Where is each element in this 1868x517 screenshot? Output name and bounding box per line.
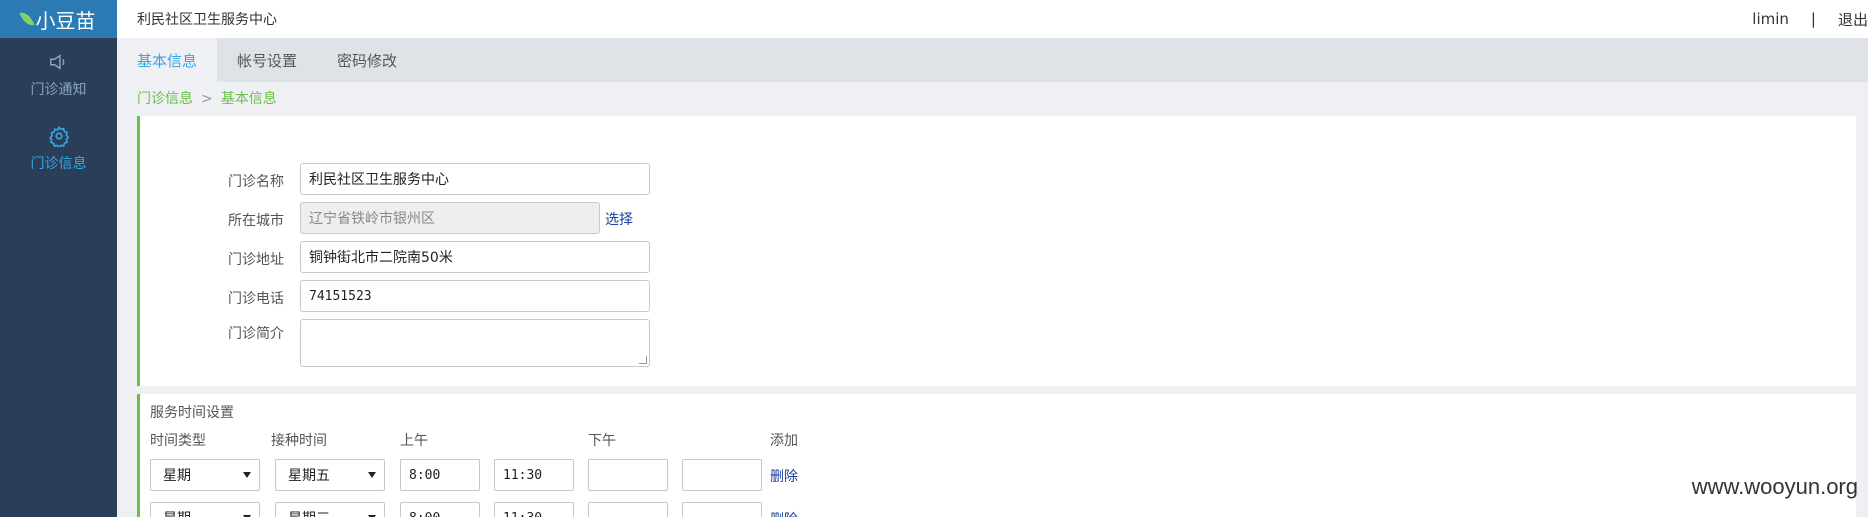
tab-bar: 基本信息 帐号设置 密码修改 xyxy=(117,38,1868,82)
am-start-input[interactable]: 8:00 xyxy=(400,459,480,491)
logo[interactable]: 小豆苗 xyxy=(0,0,117,38)
city-input: 辽宁省铁岭市银州区 xyxy=(300,202,600,234)
clinic-name-label: 门诊名称 xyxy=(228,174,284,190)
tab-password-change[interactable]: 密码修改 xyxy=(317,38,417,82)
tab-account-settings[interactable]: 帐号设置 xyxy=(217,38,317,82)
tab-basic-info[interactable]: 基本信息 xyxy=(117,38,218,82)
basic-info-card: 门诊名称 利民社区卫生服务中心 所在城市 辽宁省铁岭市银州区 选择 门诊地址 铜… xyxy=(137,116,1856,386)
select-value: 星期 xyxy=(163,468,191,484)
breadcrumb-parent[interactable]: 门诊信息 xyxy=(137,91,193,107)
pm-end-input[interactable] xyxy=(682,459,762,491)
city-label: 所在城市 xyxy=(228,213,284,229)
sidebar-item-label: 门诊信息 xyxy=(30,156,87,172)
col-time-type: 时间类型 xyxy=(150,433,206,449)
address-label: 门诊地址 xyxy=(228,252,284,268)
leaf-logo-icon xyxy=(19,9,34,29)
col-am: 上午 xyxy=(400,433,428,449)
phone-input[interactable]: 74151523 xyxy=(300,280,650,312)
page-title: 利民社区卫生服务中心 xyxy=(137,12,277,28)
am-end-input[interactable]: 11:30 xyxy=(494,502,574,517)
caret-down-icon xyxy=(243,472,251,478)
top-header: 利民社区卫生服务中心 limin | 退出 xyxy=(117,0,1868,38)
intro-textarea[interactable] xyxy=(300,319,650,367)
sidebar-item-label: 门诊通知 xyxy=(30,82,87,98)
day-select[interactable]: 星期五 xyxy=(275,459,385,491)
add-row-link[interactable]: 添加 xyxy=(770,430,798,450)
sidebar-item-clinic-notice[interactable]: 门诊通知 xyxy=(0,38,117,112)
user-area: limin | 退出 xyxy=(1752,0,1868,38)
pm-start-input[interactable] xyxy=(588,459,668,491)
header-separator: | xyxy=(1810,10,1816,28)
clinic-name-input[interactable]: 利民社区卫生服务中心 xyxy=(300,163,650,195)
delete-row-link[interactable]: 删除 xyxy=(770,466,798,486)
select-value: 星期五 xyxy=(288,468,330,484)
breadcrumb-current: 基本信息 xyxy=(220,91,277,107)
caret-down-icon xyxy=(368,472,376,478)
service-time-title: 服务时间设置 xyxy=(150,405,234,421)
resize-grip-icon[interactable] xyxy=(639,356,647,364)
breadcrumb-separator: > xyxy=(201,91,213,107)
phone-label: 门诊电话 xyxy=(228,291,284,307)
watermark-text: www.wooyun.org xyxy=(1691,474,1858,499)
service-time-card: 服务时间设置 时间类型 接种时间 上午 下午 添加 星期 星期五 8:00 11… xyxy=(137,394,1856,517)
gear-icon xyxy=(48,125,69,147)
intro-label: 门诊简介 xyxy=(228,326,284,342)
col-pm: 下午 xyxy=(588,433,616,449)
time-type-select[interactable]: 星期 xyxy=(150,459,260,491)
speaker-icon xyxy=(49,54,64,70)
username[interactable]: limin xyxy=(1752,10,1789,28)
breadcrumb: 门诊信息 > 基本信息 xyxy=(137,88,277,108)
logo-text: 小豆苗 xyxy=(35,8,96,33)
sidebar: 小豆苗 门诊通知 门诊信息 xyxy=(0,0,117,517)
logout-link[interactable]: 退出 xyxy=(1838,9,1868,30)
col-day: 接种时间 xyxy=(271,433,327,449)
am-end-input[interactable]: 11:30 xyxy=(494,459,574,491)
day-select[interactable]: 星期三 xyxy=(275,502,385,517)
sidebar-item-clinic-info[interactable]: 门诊信息 xyxy=(0,112,117,186)
select-city-link[interactable]: 选择 xyxy=(605,209,633,229)
pm-start-input[interactable] xyxy=(588,502,668,517)
pm-end-input[interactable] xyxy=(682,502,762,517)
select-value: 星期 xyxy=(163,508,191,517)
address-input[interactable]: 铜钟街北市二院南50米 xyxy=(300,241,650,273)
time-type-select[interactable]: 星期 xyxy=(150,502,260,517)
select-value: 星期三 xyxy=(288,508,330,517)
delete-row-link[interactable]: 删除 xyxy=(770,509,798,517)
am-start-input[interactable]: 8:00 xyxy=(400,502,480,517)
